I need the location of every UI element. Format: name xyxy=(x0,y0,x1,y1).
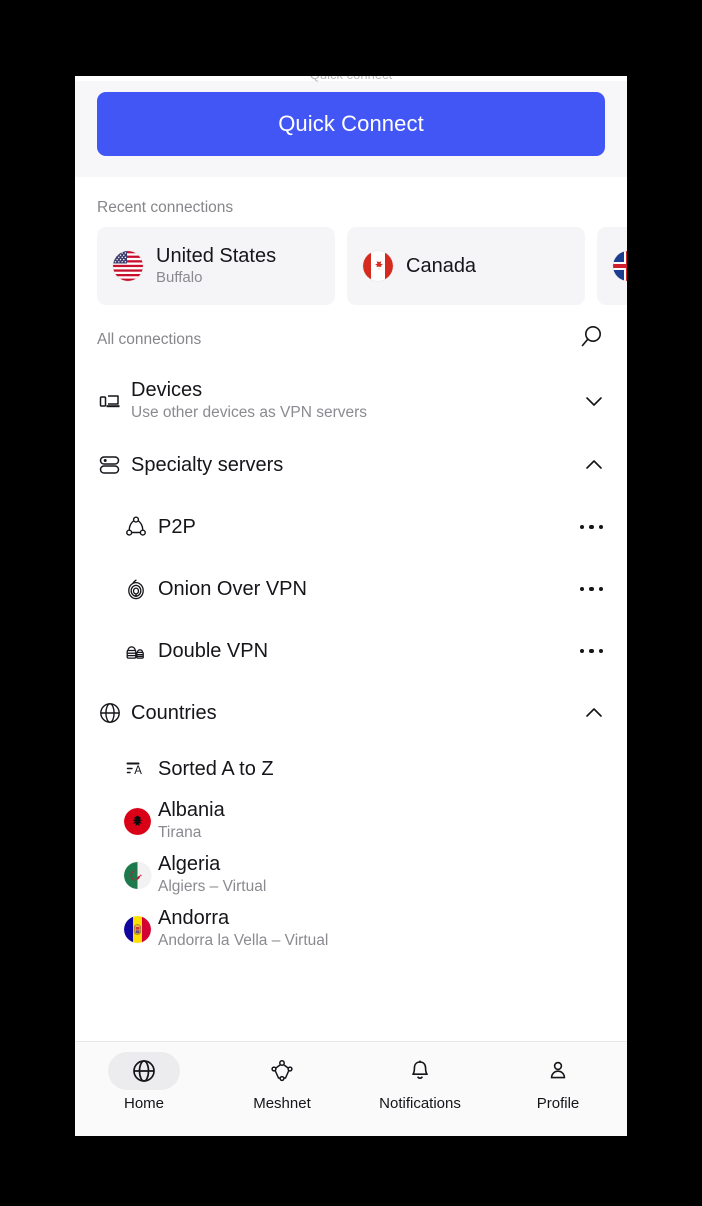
tab-notifications[interactable]: Notifications xyxy=(351,1052,489,1112)
list-group-specialty-servers[interactable]: Specialty servers xyxy=(75,434,627,496)
more-options-icon[interactable] xyxy=(578,581,606,598)
list-item-country-andorra[interactable]: Andorra Andorra la Vella – Virtual xyxy=(75,902,627,956)
svg-text:A: A xyxy=(134,765,142,777)
al-flag-icon xyxy=(124,807,158,835)
meshnet-icon xyxy=(246,1052,318,1090)
tab-profile[interactable]: Profile xyxy=(489,1052,627,1112)
group-title: Specialty servers xyxy=(131,454,284,476)
globe-icon xyxy=(108,1052,180,1090)
more-options-icon[interactable] xyxy=(578,643,606,660)
scrolled-content-sliver: Quick connect xyxy=(75,76,627,82)
group-subtitle: Use other devices as VPN servers xyxy=(131,404,368,422)
p2p-icon xyxy=(124,515,158,539)
onion-icon xyxy=(124,577,158,601)
quick-connect-button[interactable]: Quick Connect xyxy=(97,92,605,156)
list-item-double-vpn[interactable]: Double VPN xyxy=(75,620,627,682)
list-group-countries[interactable]: Countries xyxy=(75,682,627,744)
recent-connections-list[interactable]: United States Buffalo Canada xyxy=(75,227,627,305)
devices-icon xyxy=(97,388,131,414)
ca-flag-icon xyxy=(363,251,393,281)
recent-connection-card-canada[interactable]: Canada xyxy=(347,227,585,305)
chevron-up-icon[interactable] xyxy=(583,454,605,476)
dz-flag-icon xyxy=(124,861,158,889)
more-options-icon[interactable] xyxy=(578,519,606,536)
recent-card-country: Canada xyxy=(406,254,477,277)
group-title: Devices xyxy=(131,379,203,402)
recent-card-country: United States xyxy=(156,245,277,268)
chevron-down-icon[interactable] xyxy=(583,390,605,412)
tab-label: Notifications xyxy=(379,1095,461,1112)
list-item-country-albania[interactable]: Albania Tirana xyxy=(75,794,627,848)
server-stack-icon xyxy=(97,452,131,478)
tab-label: Profile xyxy=(536,1095,580,1112)
chevron-up-icon[interactable] xyxy=(583,702,605,724)
sort-a-to-z-icon: A xyxy=(124,757,158,781)
country-city: Andorra la Vella – Virtual xyxy=(158,932,329,950)
list-item-onion-over-vpn[interactable]: Onion Over VPN xyxy=(75,558,627,620)
list-group-devices[interactable]: Devices Use other devices as VPN servers xyxy=(75,368,627,434)
us-flag-icon xyxy=(113,251,143,281)
ad-flag-icon xyxy=(124,915,158,943)
person-icon xyxy=(522,1052,594,1090)
sort-order-row[interactable]: A Sorted A to Z xyxy=(75,744,627,794)
tab-label: Meshnet xyxy=(253,1095,311,1112)
list-item-p2p[interactable]: P2P xyxy=(75,496,627,558)
list-item-country-algeria[interactable]: Algeria Algiers – Virtual xyxy=(75,848,627,902)
search-icon[interactable] xyxy=(577,323,605,356)
app-viewport: Quick connect Quick Connect Recent conne… xyxy=(75,76,627,1136)
cut-off-title: Quick connect xyxy=(310,76,392,82)
bell-icon xyxy=(384,1052,456,1090)
tab-label: Home xyxy=(123,1095,164,1112)
screen: Quick connect Quick Connect Recent conne… xyxy=(0,0,702,1206)
connections-list: Devices Use other devices as VPN servers xyxy=(75,368,627,1041)
list-item-label: P2P xyxy=(158,516,196,538)
country-name: Algeria xyxy=(158,853,221,876)
bottom-navigation: Home Meshnet Notifications Profile xyxy=(75,1042,627,1136)
country-city: Tirana xyxy=(158,824,202,842)
tab-home[interactable]: Home xyxy=(75,1052,213,1112)
recent-card-city: Buffalo xyxy=(156,268,203,286)
country-name: Albania xyxy=(158,799,225,822)
partial-flag-icon xyxy=(613,251,627,281)
list-item-label: Onion Over VPN xyxy=(158,578,307,600)
list-item-label: Double VPN xyxy=(158,640,269,662)
recent-connection-card-partial[interactable] xyxy=(597,227,627,305)
sort-order-label: Sorted A to Z xyxy=(158,758,274,780)
group-title: Countries xyxy=(131,702,217,724)
tab-meshnet[interactable]: Meshnet xyxy=(213,1052,351,1112)
double-vpn-icon xyxy=(124,639,158,663)
country-name: Andorra xyxy=(158,907,230,930)
quick-connect-section: Quick Connect xyxy=(75,81,627,177)
recent-connection-card-united-states[interactable]: United States Buffalo xyxy=(97,227,335,305)
country-city: Algiers – Virtual xyxy=(158,878,267,896)
all-connections-header: All connections xyxy=(75,305,627,368)
globe-icon xyxy=(97,700,131,726)
all-connections-label: All connections xyxy=(97,330,202,348)
recent-connections-label: Recent connections xyxy=(97,199,234,216)
